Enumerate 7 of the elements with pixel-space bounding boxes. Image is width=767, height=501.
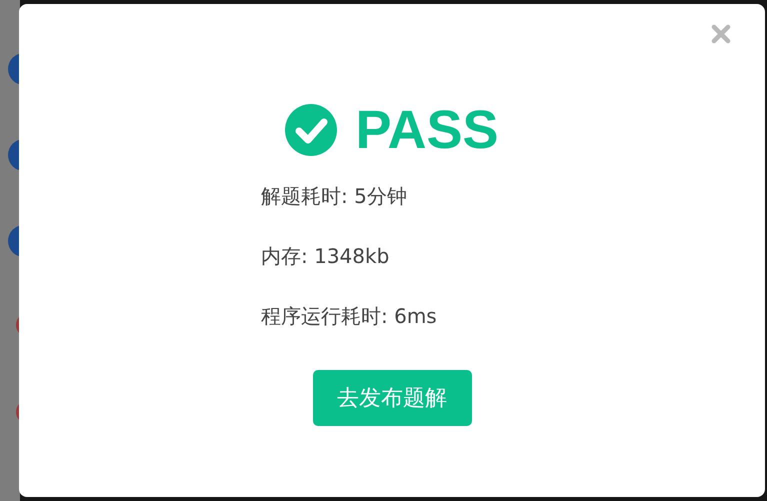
stat-line: 解题耗时: 5分钟	[261, 183, 408, 210]
result-title: PASS	[355, 99, 499, 161]
check-circle-icon	[285, 104, 338, 156]
close-icon[interactable]	[711, 24, 731, 44]
stat-line: 内存: 1348kb	[261, 243, 390, 270]
stat-line: 程序运行耗时: 6ms	[261, 303, 438, 330]
publish-solution-button[interactable]: 去发布题解	[312, 370, 472, 426]
